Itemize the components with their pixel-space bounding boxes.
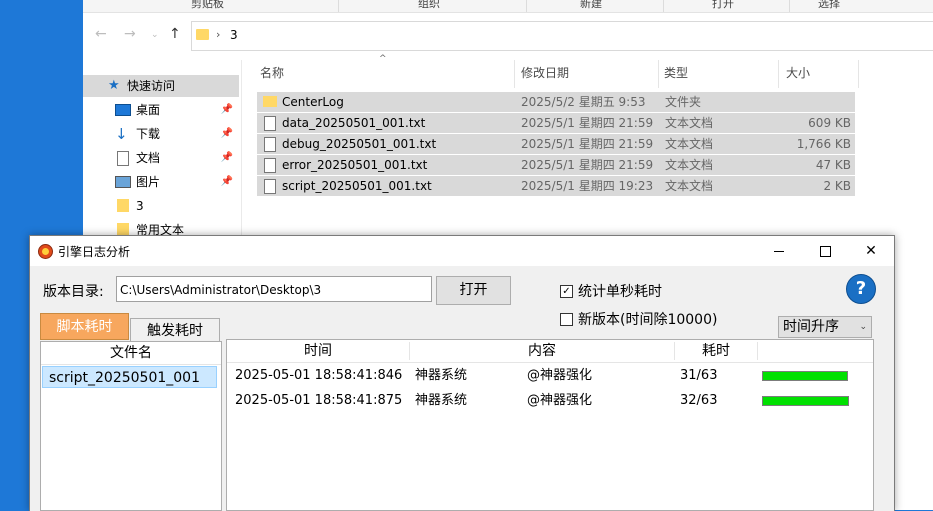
column-date[interactable]: 修改日期 [521, 60, 569, 86]
chevron-right-icon: › [216, 28, 221, 41]
desktop-icon [115, 104, 131, 116]
ribbon-group-labels: 剪贴板 组织 新建 打开 选择 [83, 0, 933, 13]
window-title: 引擎日志分析 [58, 245, 131, 259]
column-name[interactable]: 名称 [260, 60, 284, 86]
file-list-header: 文件名 [41, 342, 221, 365]
nav-folder-3[interactable]: 3 [83, 195, 239, 217]
row-cost: 32/63 [680, 393, 718, 408]
chevron-down-icon: ⌄ [859, 322, 867, 332]
maximize-icon [819, 245, 831, 257]
pin-icon[interactable]: 📌 [221, 99, 233, 121]
column-content[interactable]: 内容 [410, 340, 674, 362]
column-cost[interactable]: 耗时 [675, 340, 757, 362]
ribbon-clipboard[interactable]: 剪贴板 [191, 0, 224, 11]
new-version-checkbox[interactable] [560, 313, 573, 326]
cost-bar [762, 396, 849, 406]
path-input[interactable]: C:\Users\Administrator\Desktop\3 [116, 276, 432, 302]
per-second-label[interactable]: 统计单秒耗时 [578, 281, 662, 301]
tab-script-time[interactable]: 脚本耗时 [40, 313, 129, 340]
log-analyzer-window: 引擎日志分析 ✕ 版本目录: C:\Users\Administrator\De… [29, 235, 895, 511]
row-system: 神器系统 [415, 393, 468, 408]
row-time: 2025-05-01 18:58:41:875 [235, 393, 403, 408]
new-version-label[interactable]: 新版本(时间除10000) [578, 309, 717, 329]
close-icon: ✕ [865, 243, 877, 259]
address-bar[interactable]: › 3 [191, 21, 933, 51]
file-row[interactable]: CenterLog 2025/5/2 星期五 9:53 文件夹 [257, 92, 855, 112]
text-file-icon [264, 137, 276, 152]
help-button[interactable]: ? [846, 274, 876, 304]
tab-trigger-time[interactable]: 触发耗时 [130, 318, 220, 342]
address-path: 3 [230, 28, 238, 42]
per-second-checkbox[interactable]: ✓ [560, 285, 573, 298]
row-content: @神器强化 [527, 393, 593, 408]
picture-icon [115, 176, 131, 188]
text-file-icon [264, 179, 276, 194]
row-system: 神器系统 [415, 368, 468, 383]
row-content: @神器强化 [527, 368, 593, 383]
folder-icon [196, 29, 209, 40]
sort-order-select[interactable]: 时间升序 ⌄ [778, 316, 872, 338]
column-time[interactable]: 时间 [227, 340, 409, 362]
nav-pictures[interactable]: 图片 📌 [83, 171, 239, 193]
minimize-button[interactable] [756, 236, 802, 266]
folder-icon [117, 199, 129, 212]
forward-arrow-icon[interactable]: → [124, 26, 136, 42]
open-button[interactable]: 打开 [436, 276, 511, 305]
close-button[interactable]: ✕ [848, 236, 894, 266]
recent-dropdown-icon[interactable]: ⌄ [151, 30, 159, 40]
nav-documents[interactable]: 文档 📌 [83, 147, 239, 169]
download-icon: ↓ [115, 125, 128, 143]
sort-order-value: 时间升序 [783, 319, 839, 335]
list-item[interactable]: script_20250501_001 [42, 366, 217, 388]
row-cost: 31/63 [680, 368, 718, 383]
column-size[interactable]: 大小 [786, 60, 810, 86]
up-arrow-icon[interactable]: ↑ [169, 26, 181, 42]
file-row[interactable]: debug_20250501_001.txt 2025/5/1 星期四 21:5… [257, 134, 855, 154]
folder-icon [263, 96, 277, 107]
file-row[interactable]: error_20250501_001.txt 2025/5/1 星期四 21:5… [257, 155, 855, 175]
file-row[interactable]: data_20250501_001.txt 2025/5/1 星期四 21:59… [257, 113, 855, 133]
nav-desktop[interactable]: 桌面 📌 [83, 99, 239, 121]
nav-quick-access[interactable]: ★ 快速访问 [83, 75, 239, 97]
version-dir-label: 版本目录: [43, 284, 104, 300]
title-bar[interactable]: 引擎日志分析 ✕ [30, 236, 894, 266]
back-arrow-icon[interactable]: ← [95, 26, 107, 42]
text-file-icon [264, 158, 276, 173]
ribbon-new[interactable]: 新建 [580, 0, 602, 11]
nav-downloads[interactable]: ↓ 下载 📌 [83, 123, 239, 145]
sort-ascending-icon: ^ [379, 54, 387, 64]
file-row[interactable]: script_20250501_001.txt 2025/5/1 星期四 19:… [257, 176, 855, 196]
ribbon-organize[interactable]: 组织 [418, 0, 440, 11]
row-time: 2025-05-01 18:58:41:846 [235, 368, 403, 383]
document-icon [117, 151, 129, 166]
ribbon-open[interactable]: 打开 [712, 0, 734, 11]
maximize-button[interactable] [802, 236, 848, 266]
pin-icon[interactable]: 📌 [221, 123, 233, 145]
file-list[interactable]: 文件名 script_20250501_001 [40, 341, 222, 511]
cost-bar [762, 371, 848, 381]
app-logo-icon [38, 244, 53, 259]
ribbon-select[interactable]: 选择 [818, 0, 840, 11]
minimize-icon [774, 250, 784, 252]
pin-icon[interactable]: 📌 [221, 171, 233, 193]
text-file-icon [264, 116, 276, 131]
log-table[interactable]: 时间 内容 耗时 2025-05-01 18:58:41:846 神器系统 @神… [226, 339, 874, 511]
pin-icon[interactable]: 📌 [221, 147, 233, 169]
star-icon: ★ [108, 78, 120, 93]
column-type[interactable]: 类型 [664, 60, 688, 86]
address-bar-row: ← → ⌄ ↑ › 3 [83, 18, 933, 52]
